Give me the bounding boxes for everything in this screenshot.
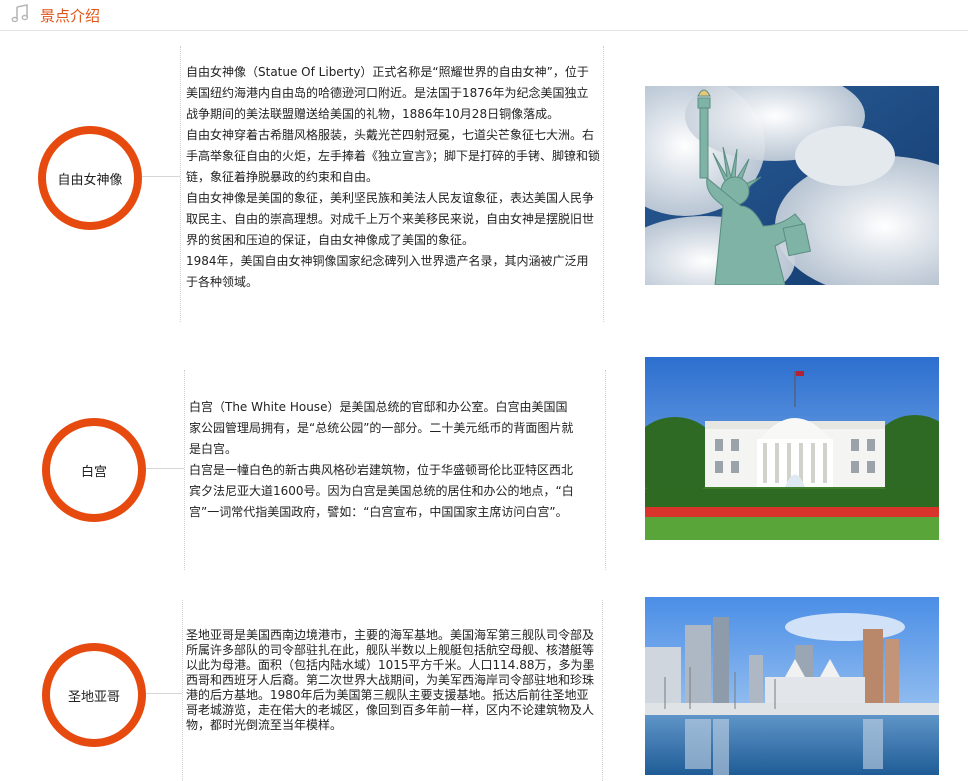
divider-right (603, 46, 604, 322)
attraction-name-badge: 圣地亚哥 (42, 643, 146, 747)
description-paragraph: 自由女神像（Statue Of Liberty）正式名称是“照耀世界的自由女神”… (186, 65, 589, 121)
section-header: 景点介绍 (0, 0, 968, 31)
divider-right (602, 600, 603, 781)
divider-left (180, 46, 181, 322)
statue-of-liberty-photo (645, 86, 939, 285)
white-house-photo (645, 357, 939, 540)
attraction-description: 自由女神像（Statue Of Liberty）正式名称是“照耀世界的自由女神”… (186, 62, 600, 293)
attraction-name: 自由女神像 (57, 172, 123, 188)
description-paragraph: 圣地亚哥是美国西南边境港市，主要的海军基地。美国海军第三舰队司令部及所属许多部队… (186, 628, 595, 732)
description-paragraph: 自由女神像是美国的象征，美利坚民族和美法人民友谊象征，表达美国人民争取民主、自由… (186, 191, 595, 247)
description-paragraph: 自由女神穿着古希腊风格服装，头戴光芒四射冠冕，七道尖芒象征七大洲。右手高举象征自… (186, 128, 601, 184)
attraction-name-badge: 自由女神像 (38, 126, 142, 230)
connector-line (146, 693, 182, 694)
description-paragraph: 白宫（The White House）是美国总统的官邸和办公室。白宫由美国国家公… (189, 400, 574, 456)
divider-right (605, 370, 606, 570)
attraction-name-badge: 白宫 (42, 418, 146, 522)
connector-line (146, 468, 184, 469)
divider-left (184, 370, 185, 570)
attraction-name: 白宫 (80, 464, 107, 480)
san-diego-photo (645, 597, 939, 775)
divider-left (182, 600, 183, 781)
music-note-icon (11, 4, 29, 23)
attraction-description: 白宫（The White House）是美国总统的官邸和办公室。白宫由美国国家公… (189, 397, 579, 523)
connector-line (142, 176, 180, 177)
description-paragraph: 白宫是一幢白色的新古典风格砂岩建筑物，位于华盛顿哥伦比亚特区西北宾夕法尼亚大道1… (189, 463, 574, 519)
attraction-description: 圣地亚哥是美国西南边境港市，主要的海军基地。美国海军第三舰队司令部及所属许多部队… (186, 628, 598, 733)
description-paragraph: 1984年，美国自由女神铜像国家纪念碑列入世界遗产名录，其内涵被广泛用于各种领域… (186, 254, 589, 289)
attraction-name: 圣地亚哥 (67, 689, 120, 705)
section-title: 景点介绍 (40, 7, 101, 25)
